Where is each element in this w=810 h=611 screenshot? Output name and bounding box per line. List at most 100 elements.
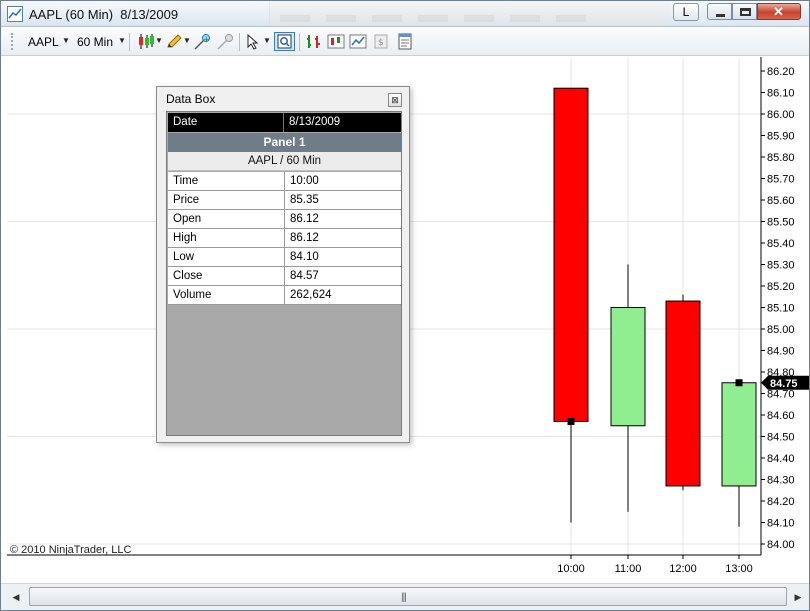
- line-chart-icon[interactable]: [349, 33, 367, 50]
- chevron-down-icon[interactable]: ▼: [183, 36, 191, 45]
- date-label: Date: [168, 113, 284, 132]
- data-box-icon[interactable]: [274, 32, 295, 51]
- chevron-down-icon[interactable]: ▼: [155, 36, 163, 45]
- add-indicator-icon[interactable]: +: [194, 33, 212, 50]
- window-title: AAPL (60 Min) 8/13/2009: [29, 7, 179, 22]
- chart-style-icon[interactable]: [137, 33, 155, 50]
- bar-chart-icon[interactable]: [305, 33, 323, 50]
- strategy-icon[interactable]: [217, 33, 235, 50]
- data-box-row-value: 10:00: [284, 172, 401, 190]
- data-box-row-label: Close: [173, 270, 203, 282]
- current-price-label: 84.75: [770, 378, 798, 390]
- svg-text:+: +: [203, 35, 210, 44]
- chevron-down-icon[interactable]: ▼: [118, 36, 126, 45]
- price-tick-label: 85.90: [767, 131, 795, 143]
- data-box-row: Low 84.10: [168, 248, 401, 267]
- data-box-row: Open 86.12: [168, 210, 401, 229]
- data-box-row: Close 84.57: [168, 267, 401, 286]
- panel-header: Panel 1: [168, 133, 401, 152]
- chevron-down-icon[interactable]: ▼: [263, 36, 271, 45]
- date-value: 8/13/2009: [289, 116, 341, 128]
- last-price-marker: [735, 379, 743, 387]
- chart-app-icon: [7, 6, 23, 22]
- interval-selector[interactable]: 60 Min: [77, 35, 113, 49]
- price-tick-label: 84.20: [767, 496, 795, 508]
- currency-icon[interactable]: $: [372, 33, 390, 50]
- price-tick-label: 86.20: [767, 66, 795, 78]
- data-box-row-value: 84.57: [284, 267, 401, 285]
- price-tick-label: 85.50: [767, 217, 795, 229]
- scroll-left-arrow-icon[interactable]: ◀: [7, 587, 25, 607]
- price-tick-label: 85.70: [767, 174, 795, 186]
- toolbar-separator: [299, 33, 300, 51]
- chevron-down-icon[interactable]: ▼: [62, 36, 70, 45]
- price-tick-label: 84.40: [767, 453, 795, 465]
- data-box-row-label: High: [173, 232, 197, 244]
- price-tick-label: 85.40: [767, 238, 795, 250]
- toolbar-grip[interactable]: [11, 33, 14, 50]
- toolbar-separator: [239, 33, 240, 51]
- minimize-icon: [716, 14, 725, 17]
- chart-window: AAPL (60 Min) 8/13/2009 L ✕ AAPL ▼ 60 Mi…: [0, 0, 810, 611]
- data-box-row-label: Volume: [173, 289, 212, 301]
- data-box-grid: Date 8/13/2009 Panel 1 AAPL / 60 Min Tim…: [166, 111, 402, 436]
- close-button[interactable]: ✕: [757, 3, 801, 20]
- price-tick-label: 84.60: [767, 410, 795, 422]
- close-icon: ✕: [773, 4, 784, 19]
- candle-body: [665, 300, 701, 487]
- chart-toolbar: AAPL ▼ 60 Min ▼ ▼ ▼ + ▼ $: [1, 28, 809, 56]
- price-tick-label: 85.20: [767, 281, 795, 293]
- price-tick-label: 84.70: [767, 389, 795, 401]
- price-tick-label: 84.30: [767, 475, 795, 487]
- price-tick-label: 84.00: [767, 539, 795, 551]
- price-tick-label: 86.10: [767, 88, 795, 100]
- cursor-icon[interactable]: [245, 33, 263, 50]
- time-tick-label: 11:00: [615, 563, 642, 575]
- data-box-row-value: 86.12: [284, 229, 401, 247]
- time-tick-label: 10:00: [557, 563, 585, 575]
- title-bar[interactable]: AAPL (60 Min) 8/13/2009 L ✕: [1, 1, 809, 27]
- svg-text:$: $: [378, 38, 384, 48]
- data-box-row-value: 85.35: [284, 191, 401, 209]
- price-tick-label: 86.00: [767, 109, 795, 121]
- time-tick-label: 13:00: [725, 563, 753, 575]
- price-tick-label: 85.30: [767, 260, 795, 272]
- price-tick-label: 85.60: [767, 195, 795, 207]
- candle-body: [610, 307, 646, 427]
- copyright-text: © 2010 NinjaTrader, LLC: [10, 544, 132, 556]
- data-box-date-row: Date 8/13/2009: [168, 113, 401, 132]
- series-label: AAPL / 60 Min: [168, 152, 401, 171]
- data-box-row: Price 85.35: [168, 191, 401, 210]
- price-tick-label: 85.80: [767, 152, 795, 164]
- data-box-title: Data Box: [166, 92, 216, 106]
- data-box-row-label: Time: [173, 175, 199, 187]
- toolbar-separator: [129, 33, 130, 51]
- drawing-pencil-icon[interactable]: [165, 33, 183, 50]
- scrollbar-thumb[interactable]: |||: [29, 587, 787, 606]
- link-button[interactable]: L: [673, 3, 699, 21]
- data-box-window[interactable]: Data Box ⊠ Date 8/13/2009 Panel 1 AAPL /…: [156, 86, 410, 443]
- data-box-close-button[interactable]: ⊠: [388, 93, 402, 107]
- data-box-row-value: 84.10: [284, 248, 401, 266]
- scrollbar-grip-icon: |||: [401, 592, 407, 603]
- data-box-row-label: Price: [173, 194, 200, 206]
- scroll-right-arrow-icon[interactable]: ▶: [789, 587, 807, 607]
- horizontal-scrollbar[interactable]: ◀ ||| ▶: [1, 583, 809, 610]
- time-tick-label: 12:00: [669, 563, 697, 575]
- data-box-row-label: Low: [173, 251, 195, 263]
- maximize-button[interactable]: [732, 3, 757, 20]
- data-box-row-value: 262,624: [284, 286, 401, 304]
- data-box-row: Time 10:00: [168, 172, 401, 191]
- maximize-icon: [740, 8, 751, 16]
- minimize-button[interactable]: [707, 3, 732, 20]
- data-box-row-label: Open: [173, 213, 202, 225]
- candlestick-icon[interactable]: [327, 33, 345, 50]
- price-tick-label: 85.00: [767, 324, 795, 336]
- properties-icon[interactable]: [396, 33, 414, 50]
- instrument-selector[interactable]: AAPL: [28, 35, 59, 49]
- price-tick-label: 84.90: [767, 346, 795, 358]
- price-tick-label: 85.10: [767, 303, 795, 315]
- background-window-tabs: [269, 1, 669, 25]
- selected-bar-marker: [567, 417, 575, 425]
- price-tick-label: 84.10: [767, 518, 795, 530]
